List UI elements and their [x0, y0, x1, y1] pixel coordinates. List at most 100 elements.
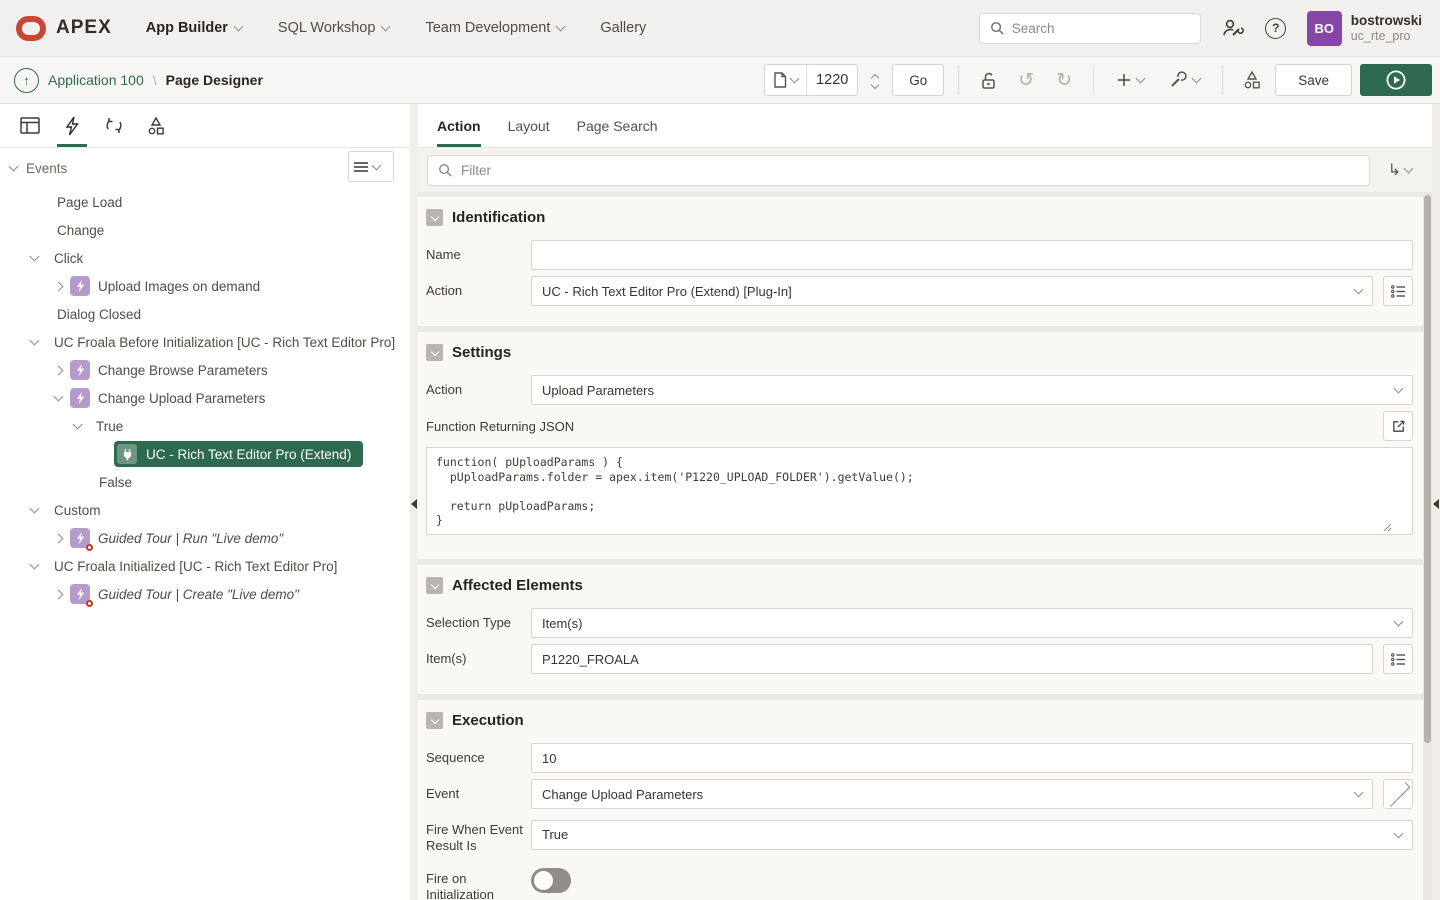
collapse-section-icon[interactable]: [426, 577, 443, 594]
save-button[interactable]: Save: [1275, 64, 1352, 96]
left-splitter[interactable]: [410, 104, 418, 900]
chevron-down-icon[interactable]: [30, 504, 40, 514]
tree-header: Events: [0, 148, 410, 188]
go-button[interactable]: Go: [892, 64, 944, 96]
tree-node-dialog-closed[interactable]: Dialog Closed: [0, 300, 410, 328]
collapse-section-icon[interactable]: [426, 209, 443, 226]
tree-node-false-branch[interactable]: False: [0, 468, 410, 496]
tree-node-custom[interactable]: Custom: [0, 496, 410, 524]
shared-components-button[interactable]: [1237, 65, 1267, 95]
resize-handle-icon[interactable]: [1382, 522, 1392, 532]
tree-node-true-branch[interactable]: True: [0, 412, 410, 440]
global-search[interactable]: Search: [979, 13, 1201, 44]
tree-node-guided-tour-run-live-demo[interactable]: Guided Tour | Run "Live demo": [0, 524, 410, 552]
go-to-group-button[interactable]: ↳: [1378, 160, 1422, 180]
tab-dynamic-actions[interactable]: [52, 104, 92, 147]
chevron-down-icon[interactable]: [54, 392, 64, 402]
name-input[interactable]: [531, 240, 1413, 270]
chevron-down-icon[interactable]: [73, 420, 83, 430]
tab-page-shared-components[interactable]: [136, 104, 176, 147]
nav-gallery[interactable]: Gallery: [600, 20, 646, 36]
chevron-down-icon: [381, 22, 391, 32]
unlock-icon[interactable]: [973, 65, 1003, 95]
chevron-right-icon[interactable]: [54, 589, 64, 599]
chevron-right-icon[interactable]: [54, 281, 64, 291]
property-scrollbar[interactable]: [1423, 192, 1432, 900]
help-icon[interactable]: ?: [1263, 15, 1289, 41]
undo-icon[interactable]: ↺: [1011, 65, 1041, 95]
identification-action-select[interactable]: UC - Rich Text Editor Pro (Extend) [Plug…: [531, 276, 1373, 306]
chevron-down-icon[interactable]: [30, 560, 40, 570]
tree-node-uc-froala-initialized[interactable]: UC Froala Initialized [UC - Rich Text Ed…: [0, 552, 410, 580]
tree-node-uc-froala-before-initialization[interactable]: UC Froala Before Initialization [UC - Ri…: [0, 328, 410, 356]
shapes-icon: [146, 116, 166, 136]
tree-node-change[interactable]: Change: [0, 216, 410, 244]
page-finder-button[interactable]: [765, 65, 807, 95]
fire-when-event-result-is-select[interactable]: True: [531, 820, 1413, 850]
plus-icon: [1117, 73, 1131, 87]
scrollbar-thumb[interactable]: [1424, 195, 1431, 743]
selection-type-select[interactable]: Item(s): [531, 608, 1413, 638]
settings-action-select[interactable]: Upload Parameters: [531, 375, 1413, 405]
section-identification: Identification Name Action UC - Rich Tex…: [418, 197, 1432, 326]
filter-input[interactable]: Filter: [427, 155, 1370, 186]
up-to-app-icon[interactable]: ↑: [14, 68, 39, 93]
chevron-right-icon[interactable]: [54, 365, 64, 375]
utilities-menu-button[interactable]: [1160, 65, 1208, 95]
action-list-button[interactable]: [1383, 276, 1413, 306]
collapse-right-icon[interactable]: [1433, 499, 1439, 509]
nav-sql-workshop[interactable]: SQL Workshop: [278, 20, 390, 36]
page-number-stepper[interactable]: [866, 64, 884, 96]
sequence-input[interactable]: [531, 743, 1413, 773]
tree-node-uc-rich-text-editor-pro-extend[interactable]: UC - Rich Text Editor Pro (Extend): [0, 440, 410, 468]
fire-when-event-result-is-label: Fire When Event Result Is: [426, 815, 531, 854]
right-splitter[interactable]: [1432, 104, 1440, 900]
collapse-section-icon[interactable]: [426, 344, 443, 361]
tree-node-page-load[interactable]: Page Load: [0, 188, 410, 216]
tab-rendering[interactable]: [10, 104, 50, 147]
tree-menu-button[interactable]: [348, 151, 394, 182]
chevron-down-icon[interactable]: [30, 252, 40, 262]
chevron-down-icon: [556, 22, 566, 32]
sequence-label: Sequence: [426, 743, 531, 766]
step-down-icon: [871, 80, 879, 88]
open-code-editor-button[interactable]: [1383, 411, 1413, 441]
tab-layout[interactable]: Layout: [508, 104, 550, 147]
list-icon: [1391, 285, 1406, 298]
event-select[interactable]: Change Upload Parameters: [531, 779, 1373, 809]
breadcrumb-application[interactable]: Application 100: [48, 72, 144, 88]
tab-page-search[interactable]: Page Search: [577, 104, 658, 147]
save-and-run-button[interactable]: [1360, 64, 1432, 96]
left-panel: Events Page Load Change: [0, 104, 410, 900]
collapse-events-icon[interactable]: [9, 162, 19, 172]
items-list-button[interactable]: [1383, 644, 1413, 674]
dynamic-action-icon: [70, 388, 90, 408]
tab-action[interactable]: Action: [437, 104, 481, 147]
section-settings: Settings Action Upload Parameters Functi…: [418, 332, 1432, 559]
tree-node-upload-images-on-demand[interactable]: Upload Images on demand: [0, 272, 410, 300]
tab-processing[interactable]: [94, 104, 134, 147]
filter-placeholder: Filter: [461, 163, 491, 178]
create-menu-button[interactable]: [1108, 65, 1152, 95]
chevron-right-icon[interactable]: [54, 533, 64, 543]
collapse-left-icon[interactable]: [411, 499, 417, 509]
goto-arrow-icon: ↳: [1388, 160, 1401, 180]
chevron-down-icon[interactable]: [30, 336, 40, 346]
page-number-input[interactable]: [807, 72, 857, 88]
collapse-section-icon[interactable]: [426, 712, 443, 729]
user-menu[interactable]: BO bostrowski uc_rte_pro: [1307, 11, 1422, 46]
tree-node-change-upload-parameters[interactable]: Change Upload Parameters: [0, 384, 410, 412]
items-input[interactable]: [531, 644, 1373, 674]
user-workspace: uc_rte_pro: [1351, 29, 1422, 44]
redo-icon[interactable]: ↻: [1049, 65, 1079, 95]
administration-icon[interactable]: [1219, 15, 1245, 41]
fire-on-initialization-toggle[interactable]: [531, 868, 571, 893]
tree-node-change-browse-parameters[interactable]: Change Browse Parameters: [0, 356, 410, 384]
function-returning-json-code[interactable]: function( pUploadParams ) { pUploadParam…: [426, 447, 1413, 535]
nav-team-development[interactable]: Team Development: [425, 20, 564, 36]
apex-brand[interactable]: APEX: [16, 16, 112, 41]
nav-app-builder[interactable]: App Builder: [146, 20, 242, 36]
tree-node-guided-tour-create-live-demo[interactable]: Guided Tour | Create "Live demo": [0, 580, 410, 608]
go-to-event-button[interactable]: [1383, 779, 1413, 809]
tree-node-click[interactable]: Click: [0, 244, 410, 272]
